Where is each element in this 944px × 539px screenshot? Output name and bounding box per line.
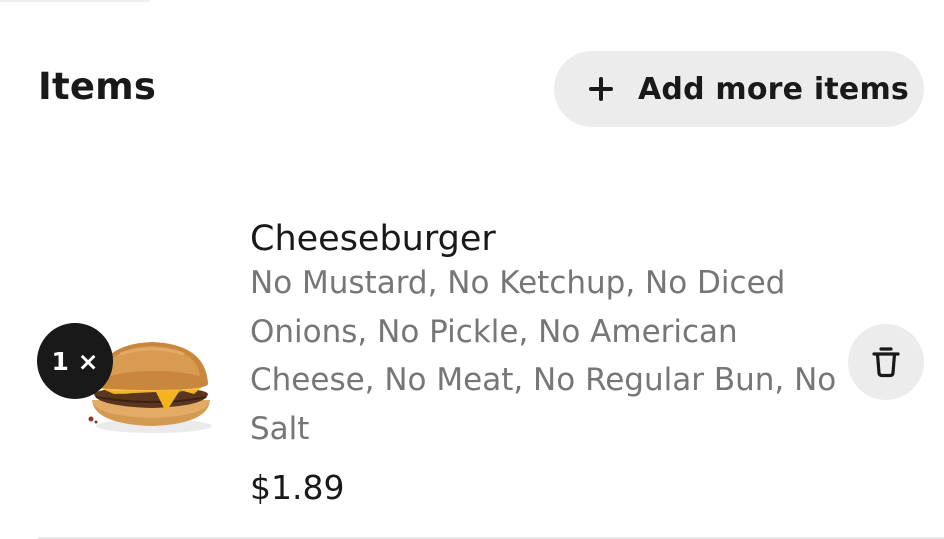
cart-items-section: Items Add more items 1 × Cheeseburger No… xyxy=(0,0,944,539)
delete-item-button[interactable] xyxy=(848,324,924,400)
item-name: Cheeseburger xyxy=(250,219,496,259)
item-customizations: No Mustard, No Ketchup, No Diced Onions,… xyxy=(250,265,837,447)
cart-item-row[interactable]: 1 × Cheeseburger No Mustard, No Ketchup,… xyxy=(0,0,944,539)
item-price: $1.89 xyxy=(250,468,345,507)
quantity-badge[interactable]: 1 × xyxy=(37,323,113,399)
trash-icon xyxy=(872,347,900,378)
